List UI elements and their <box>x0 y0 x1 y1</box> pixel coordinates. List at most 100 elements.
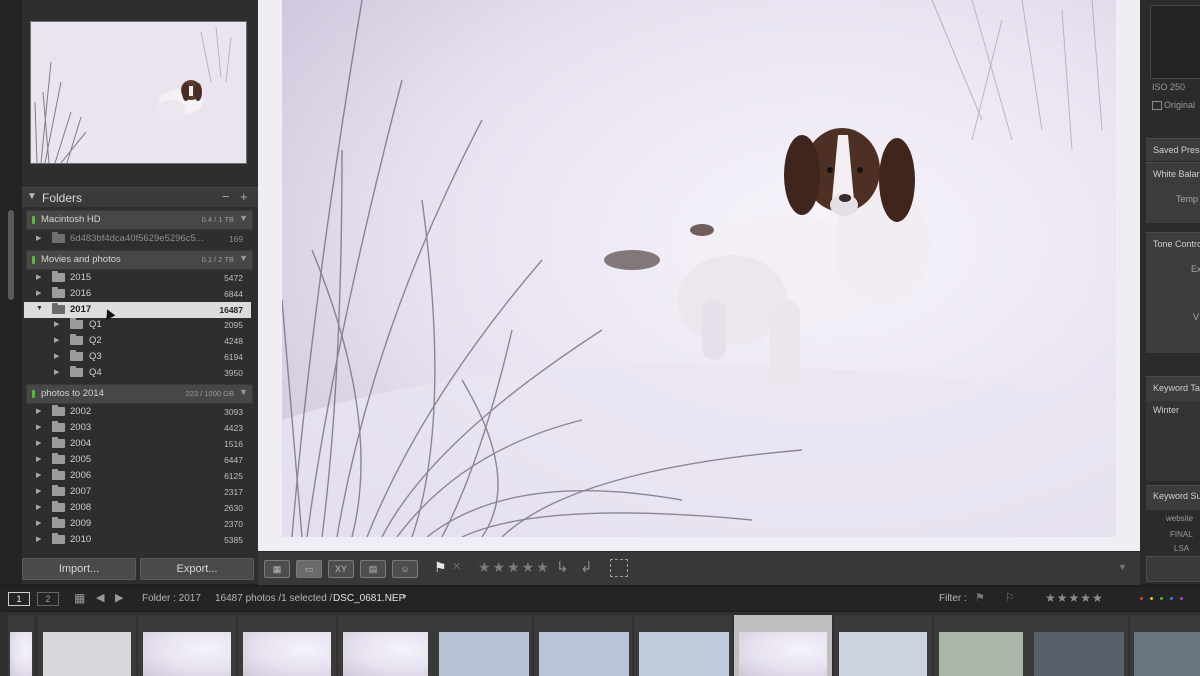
expand-triangle-icon[interactable]: ▶ <box>36 455 41 463</box>
second-screen-button[interactable]: 2 <box>37 592 59 606</box>
color-label-yellow[interactable] <box>1150 597 1153 600</box>
filmstrip-thumbnail[interactable] <box>639 632 729 676</box>
volume-menu-icon[interactable]: ▼ <box>239 213 248 223</box>
folder-row-selected[interactable]: ▼ 2017 16487 <box>24 302 251 318</box>
collapse-triangle-icon[interactable]: ▼ <box>27 191 37 202</box>
folder-row[interactable]: ▶ 2002 3093 <box>24 404 251 420</box>
crop-overlay-icon[interactable] <box>610 559 628 577</box>
volume-photos-to-2014[interactable]: photos to 2014 223 / 1000 GB ▼ <box>26 384 253 404</box>
loupe-view-icon[interactable]: ▭ <box>296 560 322 578</box>
expand-triangle-icon[interactable]: ▶ <box>54 368 59 376</box>
rotate-right-icon[interactable]: ↲ <box>580 558 593 576</box>
expand-triangle-icon[interactable]: ▶ <box>36 407 41 415</box>
volume-movies-and-photos[interactable]: Movies and photos 0.1 / 2 TB ▼ <box>26 250 253 270</box>
export-button[interactable]: Export... <box>140 558 254 580</box>
volume-macintosh-hd[interactable]: Macintosh HD 0.4 / 1 TB ▼ <box>26 210 253 230</box>
expand-triangle-icon[interactable]: ▶ <box>36 503 41 511</box>
folder-row[interactable]: ▶ 2009 2370 <box>24 516 251 532</box>
add-folder-icon[interactable]: + <box>240 189 248 204</box>
filmstrip-thumbnail[interactable] <box>10 632 32 676</box>
volume-capacity: 0.4 / 1 TB <box>201 215 234 224</box>
panel-scrollbar[interactable] <box>8 210 14 300</box>
filmstrip-thumbnail-selected[interactable] <box>739 632 827 676</box>
expand-triangle-icon[interactable]: ▶ <box>54 320 59 328</box>
filmstrip-thumbnail[interactable] <box>939 632 1023 676</box>
original-checkbox[interactable] <box>1152 101 1162 110</box>
filmstrip-thumbnail[interactable] <box>1134 632 1200 676</box>
expand-triangle-icon[interactable]: ▶ <box>36 289 41 297</box>
import-button[interactable]: Import... <box>22 558 136 580</box>
folders-panel-header[interactable]: ▼ Folders − + <box>22 187 258 207</box>
color-label-blue[interactable] <box>1170 597 1173 600</box>
grid-view-icon[interactable]: ▦ <box>264 560 290 578</box>
rotate-left-icon[interactable]: ↳ <box>556 558 569 576</box>
navigator-preview[interactable] <box>30 21 247 164</box>
filmstrip-thumbnail[interactable] <box>343 632 428 676</box>
back-arrow-icon[interactable]: ◀ <box>96 591 104 604</box>
filmstrip-thumbnail[interactable] <box>439 632 529 676</box>
filmstrip-thumbnail[interactable] <box>243 632 331 676</box>
volume-menu-icon[interactable]: ▼ <box>239 387 248 397</box>
filter-stars[interactable]: ★★★★★ <box>1045 591 1104 605</box>
color-label-red[interactable] <box>1140 597 1143 600</box>
filename[interactable]: DSC_0681.NEF <box>333 593 405 604</box>
expand-triangle-icon[interactable]: ▶ <box>36 423 41 431</box>
main-photo[interactable] <box>282 0 1116 537</box>
subfolder-row[interactable]: ▶ Q3 6194 <box>24 349 251 365</box>
expand-triangle-icon[interactable]: ▶ <box>36 273 41 281</box>
expand-triangle-icon[interactable]: ▶ <box>54 352 59 360</box>
source-folder[interactable]: Folder : 2017 <box>142 593 201 604</box>
tone-control-section[interactable] <box>1146 232 1200 353</box>
folder-row[interactable]: ▶ 2004 1516 <box>24 436 251 452</box>
expand-triangle-icon[interactable]: ▶ <box>36 487 41 495</box>
folder-row[interactable]: ▶ 2010 5385 <box>24 532 251 548</box>
suggestion-item[interactable]: website <box>1166 514 1193 523</box>
volume-menu-icon[interactable]: ▼ <box>239 253 248 263</box>
filmstrip-thumbnail[interactable] <box>1034 632 1124 676</box>
filter-flag-icon[interactable]: ⚑ <box>975 591 985 604</box>
subfolder-row[interactable]: ▶ Q1 2095 <box>24 317 251 333</box>
original-label: Original <box>1164 100 1196 110</box>
collapse-triangle-icon[interactable]: ▼ <box>36 305 43 312</box>
folder-name: 2017 <box>70 304 92 315</box>
filmstrip-thumbnail[interactable] <box>839 632 927 676</box>
folder-row[interactable]: ▶ 2008 2630 <box>24 500 251 516</box>
expand-triangle-icon[interactable]: ▶ <box>36 439 41 447</box>
folder-row[interactable]: ▶ 2007 2317 <box>24 484 251 500</box>
filmstrip-thumbnail[interactable] <box>143 632 231 676</box>
sync-button[interactable] <box>1146 556 1200 582</box>
suggestion-item[interactable]: FINAL <box>1170 530 1193 539</box>
star-rating[interactable]: ★★★★★ <box>478 559 551 576</box>
subfolder-row[interactable]: ▶ Q2 4248 <box>24 333 251 349</box>
filter-reject-icon[interactable]: ⚐ <box>1005 591 1015 604</box>
flag-icon[interactable]: ⚑ <box>434 559 447 576</box>
expand-triangle-icon[interactable]: ▶ <box>36 535 41 543</box>
expand-triangle-icon[interactable]: ▶ <box>36 519 41 527</box>
main-screen-button[interactable]: 1 <box>8 592 30 606</box>
toolbar-menu-icon[interactable]: ▼ <box>1118 562 1127 572</box>
people-view-icon[interactable]: ☺ <box>392 560 418 578</box>
folder-row[interactable]: ▶ 6d483bf4dca40f5629e5296c5... 169 <box>24 231 251 247</box>
suggestion-item[interactable]: LSA <box>1174 544 1189 553</box>
filmstrip-thumbnail[interactable] <box>43 632 131 676</box>
folder-row[interactable]: ▶ 2005 6447 <box>24 452 251 468</box>
remove-folder-icon[interactable]: − <box>222 189 230 204</box>
reject-flag-icon[interactable]: ✕ <box>452 560 461 573</box>
color-label-purple[interactable] <box>1180 597 1183 600</box>
subfolder-row[interactable]: ▶ Q4 3950 <box>24 365 251 381</box>
grid-mode-icon[interactable]: ▦ <box>74 591 85 605</box>
color-label-green[interactable] <box>1160 597 1163 600</box>
folder-icon <box>70 334 83 345</box>
expand-triangle-icon[interactable]: ▶ <box>54 336 59 344</box>
forward-arrow-icon[interactable]: ▶ <box>115 591 123 604</box>
filmstrip-thumbnail[interactable] <box>539 632 629 676</box>
expand-triangle-icon[interactable]: ▶ <box>36 471 41 479</box>
survey-view-icon[interactable]: ▤ <box>360 560 386 578</box>
expand-triangle-icon[interactable]: ▶ <box>36 234 41 242</box>
folder-row[interactable]: ▶ 2015 5472 <box>24 270 251 286</box>
compare-view-icon[interactable]: XY <box>328 560 354 578</box>
filename-dropdown-icon[interactable]: ▼ <box>401 594 408 601</box>
folder-row[interactable]: ▶ 2003 4423 <box>24 420 251 436</box>
folder-row[interactable]: ▶ 2006 6125 <box>24 468 251 484</box>
folder-row[interactable]: ▶ 2016 6844 <box>24 286 251 302</box>
